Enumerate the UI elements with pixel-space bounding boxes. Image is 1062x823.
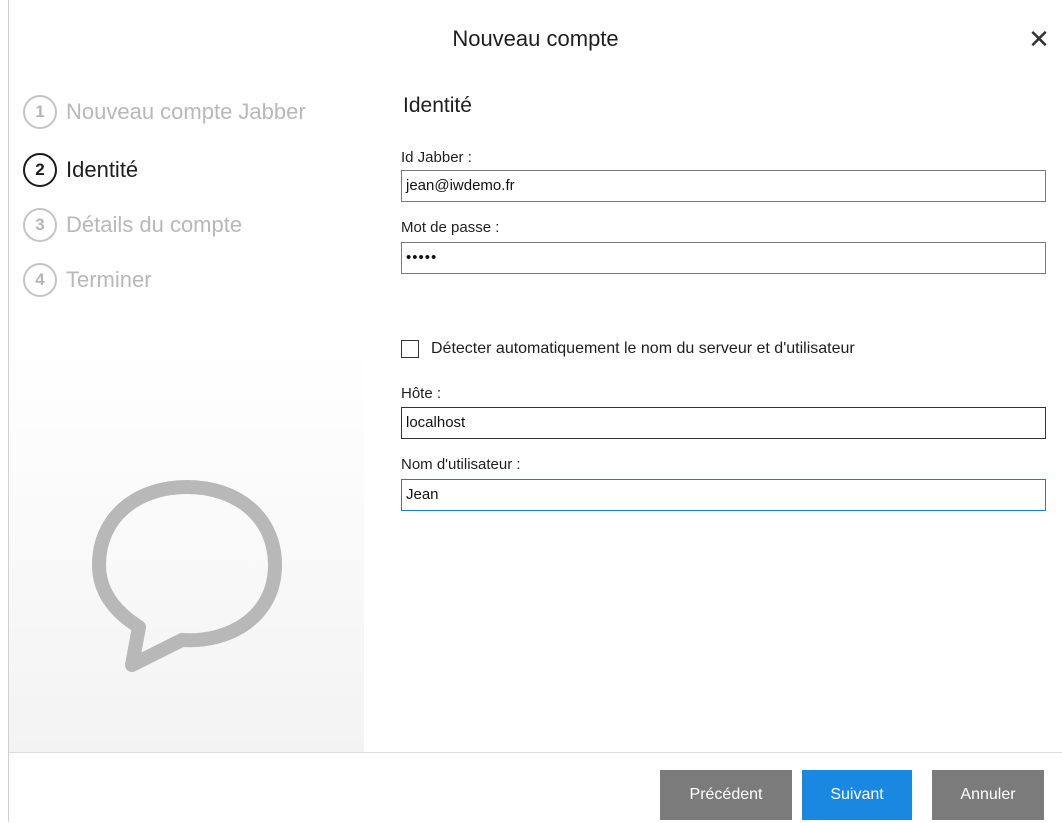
step-label: Terminer [66, 267, 152, 292]
username-input[interactable]: Jean [401, 479, 1046, 511]
step-4: 4 Terminer [23, 260, 152, 300]
section-title: Identité [403, 94, 472, 117]
close-icon[interactable]: ✕ [1024, 24, 1054, 54]
step-label: Détails du compte [66, 212, 243, 237]
steps-sidebar: 1 Nouveau compte Jabber 2 Identité 3 Dét… [9, 80, 364, 752]
host-label: Hôte : [401, 385, 442, 402]
step-number: 2 [23, 153, 57, 187]
username-label: Nom d'utilisateur : [401, 456, 521, 473]
auto-detect-row[interactable]: Détecter automatiquement le nom du serve… [401, 340, 855, 358]
dialog-title: Nouveau compte [452, 26, 619, 51]
auto-detect-checkbox[interactable] [401, 340, 419, 358]
jabber-id-label: Id Jabber : [401, 149, 472, 166]
title-bar: Nouveau compte ✕ [9, 0, 1062, 80]
password-input[interactable]: ••••• [401, 242, 1046, 274]
step-label: Identité [66, 157, 139, 182]
step-number: 4 [23, 263, 57, 297]
next-button[interactable]: Suivant [802, 770, 912, 820]
step-number: 3 [23, 208, 57, 242]
cancel-button[interactable]: Annuler [932, 770, 1044, 820]
step-number: 1 [23, 95, 57, 129]
jabber-id-input[interactable]: jean@iwdemo.fr [401, 170, 1046, 202]
step-3: 3 Détails du compte [23, 205, 242, 245]
host-input[interactable]: localhost [401, 407, 1046, 439]
step-label: Nouveau compte Jabber [66, 99, 306, 124]
previous-button[interactable]: Précédent [660, 770, 792, 820]
password-label: Mot de passe : [401, 219, 500, 236]
button-bar: Précédent Suivant Annuler [9, 752, 1062, 823]
auto-detect-label[interactable]: Détecter automatiquement le nom du serve… [431, 340, 855, 358]
dialog-window: Nouveau compte ✕ 1 Nouveau compte Jabber… [8, 0, 1062, 823]
step-1: 1 Nouveau compte Jabber [23, 92, 306, 132]
chat-bubble-icon [92, 480, 282, 672]
step-2: 2 Identité [23, 150, 138, 190]
